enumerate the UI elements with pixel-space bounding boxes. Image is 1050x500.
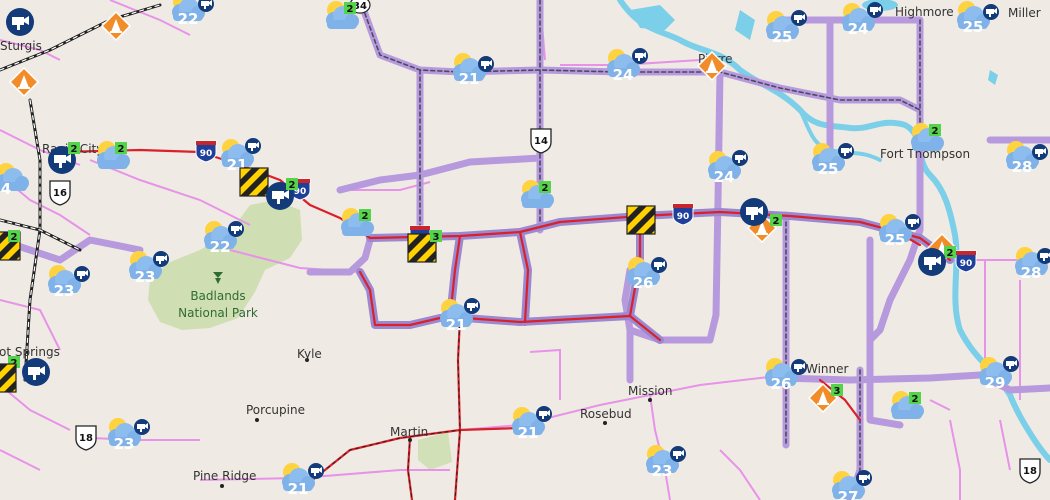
- svg-text:23: 23: [114, 435, 135, 453]
- svg-text:Badlands: Badlands: [190, 289, 245, 303]
- svg-text:25: 25: [963, 18, 984, 36]
- place-rosebud: Rosebud: [580, 407, 632, 421]
- barrier-marker-5[interactable]: [0, 363, 17, 393]
- svg-text:90: 90: [200, 149, 213, 159]
- svg-text:24: 24: [714, 168, 735, 186]
- svg-text:2: 2: [347, 4, 354, 15]
- weather-cluster-6[interactable]: 2: [891, 391, 924, 419]
- place-mission: Mission: [628, 384, 672, 398]
- svg-text:National Park: National Park: [178, 306, 258, 320]
- us-route-16-shield: 16: [49, 180, 71, 206]
- weather-cluster-3[interactable]: 2: [341, 208, 374, 236]
- svg-text:14: 14: [534, 136, 548, 147]
- svg-text:25: 25: [818, 160, 839, 178]
- svg-text:21: 21: [446, 316, 467, 334]
- svg-text:24: 24: [613, 66, 634, 84]
- weather-cluster-2[interactable]: 2: [97, 141, 130, 169]
- barrier-marker-1[interactable]: [239, 167, 269, 197]
- svg-text:3: 3: [834, 386, 841, 397]
- place-miller: Miller: [1008, 6, 1041, 20]
- road-conditions-map[interactable]: 90 90 90 90 90 16 14 18 18 34 Sturgis Ra…: [0, 0, 1050, 500]
- svg-text:18: 18: [1023, 466, 1037, 477]
- svg-text:90: 90: [960, 259, 973, 269]
- svg-text:24: 24: [848, 20, 869, 38]
- svg-text:2: 2: [912, 394, 919, 405]
- svg-text:18: 18: [79, 433, 93, 444]
- svg-text:21: 21: [518, 424, 539, 442]
- weather-cluster-4[interactable]: 2: [521, 180, 554, 208]
- svg-text:22: 22: [210, 238, 231, 256]
- svg-text:2: 2: [71, 144, 78, 155]
- us-route-18-shield-east: 18: [1019, 458, 1041, 484]
- svg-text:25: 25: [885, 231, 906, 249]
- place-sturgis: Sturgis: [0, 39, 42, 53]
- place-porcupine: Porcupine: [246, 403, 305, 417]
- svg-text:23: 23: [54, 282, 75, 300]
- svg-text:3: 3: [433, 232, 440, 243]
- barrier-marker-3[interactable]: [626, 205, 656, 235]
- svg-text:23: 23: [652, 462, 673, 480]
- svg-text:26: 26: [771, 375, 792, 393]
- place-winner: Winner: [806, 362, 849, 376]
- svg-text:90: 90: [677, 212, 690, 222]
- weather-cluster-5[interactable]: 2: [911, 123, 944, 151]
- place-pine-ridge: Pine Ridge: [193, 469, 256, 483]
- svg-text:16: 16: [53, 188, 67, 199]
- svg-text:2: 2: [947, 248, 954, 259]
- svg-text:2: 2: [289, 180, 296, 191]
- barrier-marker-4[interactable]: 2: [0, 230, 21, 261]
- svg-text:27: 27: [838, 488, 859, 500]
- place-martin: Martin: [390, 425, 428, 439]
- camera-cluster-sturgis[interactable]: [6, 8, 34, 36]
- svg-text:2: 2: [118, 144, 125, 155]
- interstate-90-shield-1: 90: [195, 140, 217, 163]
- us-route-18-shield-west: 18: [75, 425, 97, 451]
- svg-text:25: 25: [772, 28, 793, 46]
- svg-text:28: 28: [1021, 264, 1042, 282]
- interstate-90-shield-5: 90: [955, 250, 977, 273]
- place-highmore: Highmore: [895, 5, 954, 19]
- camera-cluster-east[interactable]: [918, 248, 946, 276]
- svg-text:21: 21: [288, 480, 309, 498]
- svg-text:26: 26: [633, 274, 654, 292]
- svg-text:28: 28: [1012, 158, 1033, 176]
- interstate-90-shield-4: 90: [672, 203, 694, 226]
- camera-cluster-chamberlain[interactable]: [740, 198, 768, 226]
- weather-cluster-1[interactable]: 2: [326, 1, 359, 29]
- svg-text:2: 2: [362, 211, 369, 222]
- svg-text:29: 29: [985, 374, 1006, 392]
- svg-text:21: 21: [459, 70, 480, 88]
- place-kyle: Kyle: [297, 347, 322, 361]
- svg-text:2: 2: [542, 183, 549, 194]
- svg-text:2: 2: [932, 126, 939, 137]
- svg-text:4: 4: [1, 180, 11, 198]
- svg-text:22: 22: [178, 10, 199, 28]
- svg-text:23: 23: [135, 268, 156, 286]
- svg-text:2: 2: [773, 216, 780, 227]
- us-route-14-shield: 14: [530, 128, 552, 154]
- svg-text:2: 2: [11, 232, 18, 243]
